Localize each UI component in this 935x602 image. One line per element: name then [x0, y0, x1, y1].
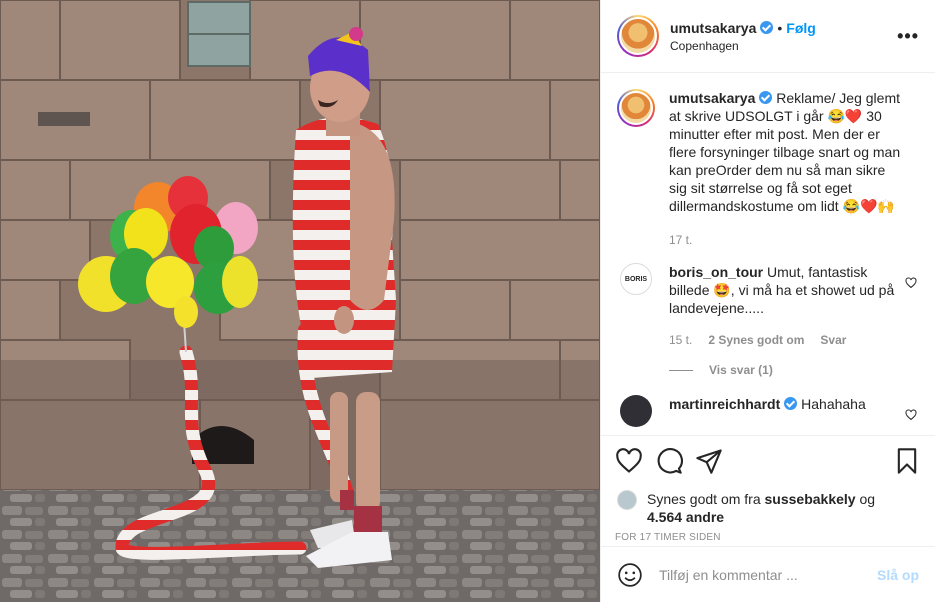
separator-dot: • [777, 19, 783, 36]
post-header: umutsakarya • Følg Copenhagen ••• [601, 0, 935, 73]
more-options-icon[interactable]: ••• [897, 26, 919, 47]
comment-like-heart-icon[interactable] [905, 409, 917, 421]
commenter-username[interactable]: martinreichhardt [669, 396, 780, 412]
caption-avatar[interactable] [617, 89, 655, 127]
comment-age[interactable]: 15 t. [669, 331, 692, 349]
reply-button[interactable]: Svar [820, 331, 846, 349]
commenter-username[interactable]: boris_on_tour [669, 264, 763, 280]
like-heart-icon[interactable] [615, 447, 643, 475]
commenter-avatar[interactable] [620, 395, 652, 427]
add-comment-bar: Slå op [601, 546, 935, 602]
comment-like-heart-icon[interactable] [905, 277, 917, 289]
photo-illustration [0, 0, 600, 602]
likes-summary: Synes godt om fra sussebakkely og 4.564 … [615, 490, 921, 526]
divider-line [669, 369, 693, 371]
likes-count[interactable]: 4.564 andre [647, 509, 724, 525]
post-timestamp[interactable]: FOR 17 TIMER SIDEN [615, 532, 921, 543]
action-bar: Synes godt om fra sussebakkely og 4.564 … [601, 435, 935, 543]
comments-list[interactable]: umutsakarya Reklame/ Jeg glemt at skrive… [601, 73, 935, 435]
post-comment-button[interactable]: Slå op [877, 567, 919, 583]
commenter-avatar[interactable]: BORIS [620, 263, 652, 295]
liker-username[interactable]: sussebakkely [765, 491, 856, 507]
comment-text: Hahahaha [797, 396, 866, 412]
location-link[interactable]: Copenhagen [670, 39, 897, 53]
verified-badge-icon [784, 397, 798, 410]
post-side-panel: umutsakarya • Følg Copenhagen ••• umutsa… [600, 0, 935, 602]
caption-username[interactable]: umutsakarya [669, 90, 755, 106]
share-paper-plane-icon[interactable] [695, 447, 723, 475]
comment-item: BORIS boris_on_tour Umut, fantastisk bil… [617, 263, 919, 349]
view-replies-label: Vis svar (1) [709, 363, 773, 377]
follow-button[interactable]: Følg [786, 20, 816, 36]
verified-badge-icon [760, 21, 774, 34]
view-replies-button[interactable]: Vis svar (1) [669, 363, 919, 377]
author-username[interactable]: umutsakarya [670, 20, 756, 36]
caption-text: Reklame/ Jeg glemt at skrive UDSOLGT i g… [669, 90, 901, 214]
author-avatar[interactable] [617, 15, 659, 57]
verified-badge-icon [759, 91, 773, 104]
comment-input[interactable] [659, 566, 877, 583]
comment-bubble-icon[interactable] [655, 447, 683, 475]
emoji-icon[interactable] [617, 562, 643, 588]
likes-prefix: Synes godt om fra [647, 491, 765, 507]
comment-item: martinreichhardt Hahahaha [617, 395, 919, 433]
comment-likes[interactable]: 2 Synes godt om [708, 331, 804, 349]
save-bookmark-icon[interactable] [893, 447, 921, 475]
caption: umutsakarya Reklame/ Jeg glemt at skrive… [617, 89, 919, 249]
caption-age[interactable]: 17 t. [669, 231, 692, 249]
likes-joiner: og [855, 491, 876, 507]
liker-avatar[interactable] [617, 490, 637, 510]
post-photo[interactable] [0, 0, 600, 602]
instagram-post: umutsakarya • Følg Copenhagen ••• umutsa… [0, 0, 935, 602]
